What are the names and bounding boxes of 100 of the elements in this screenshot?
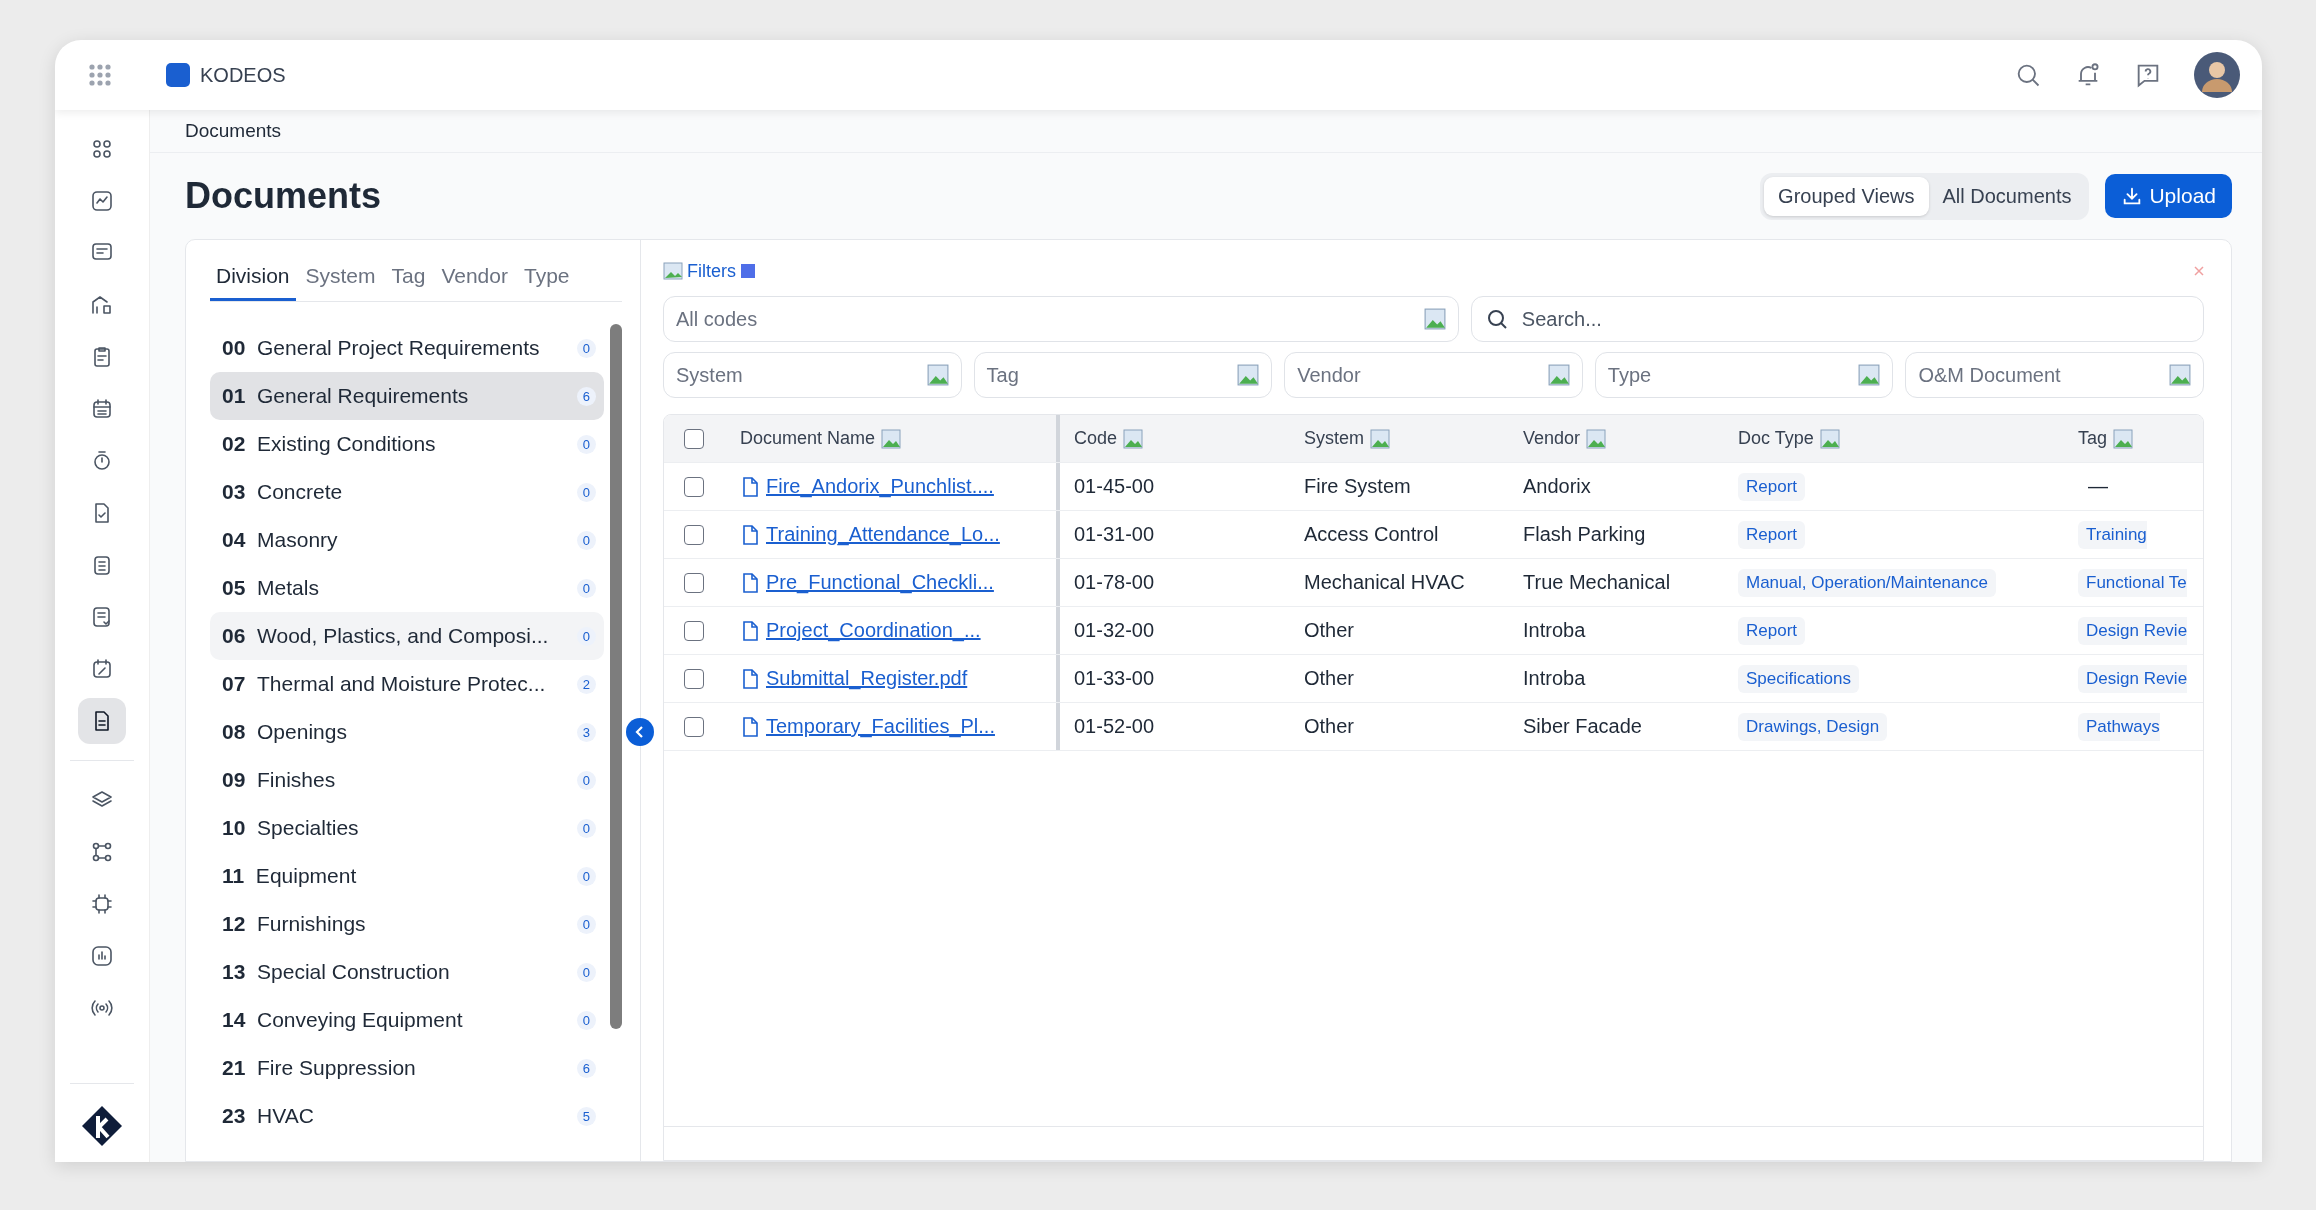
count-badge: 0: [576, 626, 596, 646]
sort-icon[interactable]: [1819, 428, 1840, 449]
row-checkbox[interactable]: [684, 524, 704, 545]
division-item[interactable]: 02 Existing Conditions 0: [210, 420, 604, 468]
count-badge: 0: [576, 482, 596, 502]
calendar-icon: [90, 397, 114, 421]
row-checkbox[interactable]: [684, 476, 704, 497]
count-badge: 0: [576, 434, 596, 454]
table-cell: 01-31-00: [1074, 523, 1155, 546]
division-item[interactable]: 06 Wood, Plastics, and Composi... 0: [210, 612, 604, 660]
brand-logo-icon: [80, 1104, 124, 1148]
sort-icon[interactable]: [1123, 428, 1144, 449]
row-checkbox[interactable]: [684, 716, 704, 737]
logo-icon: [166, 63, 190, 87]
column-header[interactable]: System: [1304, 428, 1364, 449]
document-link[interactable]: Submittal_Register.pdf: [766, 667, 968, 690]
chart-icon: [90, 189, 114, 213]
row-checkbox[interactable]: [684, 572, 704, 593]
app-name: KODEOS: [200, 63, 286, 87]
division-tab[interactable]: Vendor: [435, 260, 514, 301]
division-item[interactable]: 00 General Project Requirements 0: [210, 324, 604, 372]
file-icon: [740, 619, 760, 642]
filter-select[interactable]: Tag: [973, 352, 1273, 398]
sort-icon[interactable]: [881, 428, 902, 449]
sort-icon[interactable]: [1586, 428, 1607, 449]
count-badge: 0: [576, 866, 596, 886]
collapse-button[interactable]: [626, 718, 654, 746]
file-icon: [740, 667, 760, 690]
count-badge: 0: [576, 962, 596, 982]
division-item[interactable]: 09 Finishes 0: [210, 756, 604, 804]
table-cell: Access Control: [1304, 523, 1439, 546]
count-badge: 0: [576, 770, 596, 790]
division-item[interactable]: 21 Fire Suppression 6: [210, 1044, 604, 1092]
division-tab[interactable]: Type: [517, 260, 576, 301]
sort-icon[interactable]: [2113, 428, 2134, 449]
nav-button[interactable]: [78, 698, 126, 744]
table-cell-text: —: [2087, 475, 2108, 498]
table-cell: 01-78-00: [1074, 571, 1155, 594]
division-item[interactable]: 11 Equipment 0: [210, 852, 604, 900]
division-item[interactable]: 07 Thermal and Moisture Protec... 2: [210, 660, 604, 708]
division-item[interactable]: 05 Metals 0: [210, 564, 604, 612]
file-icon: [740, 523, 760, 546]
image-icon: [1237, 364, 1260, 386]
division-item[interactable]: 12 Furnishings 0: [210, 900, 604, 948]
sort-icon[interactable]: [1370, 428, 1390, 449]
division-item[interactable]: 13 Special Construction 0: [210, 948, 604, 996]
row-checkbox[interactable]: [684, 668, 704, 689]
count-badge: 2: [576, 674, 596, 694]
table-cell: Fire System: [1304, 475, 1411, 498]
document-link[interactable]: Project_Coordination_...: [766, 619, 981, 642]
document-link[interactable]: Temporary_Facilities_Pl...: [766, 715, 995, 738]
filters-button[interactable]: Filters: [663, 260, 756, 282]
upload-button[interactable]: Upload: [2105, 174, 2232, 218]
tag-chip: Functional Te: [2078, 568, 2187, 597]
division-tab[interactable]: System: [299, 260, 382, 301]
division-item[interactable]: 01 General Requirements 6: [210, 372, 604, 420]
tag-chip: Training: [2078, 520, 2147, 549]
division-item[interactable]: 23 HVAC 5: [210, 1092, 604, 1140]
image-icon: [1858, 364, 1881, 386]
apps-grid-icon[interactable]: [88, 63, 112, 87]
square-icon: [740, 263, 756, 279]
document-link[interactable]: Pre_Functional_Checkli...: [766, 571, 994, 594]
count-badge: 0: [576, 530, 596, 550]
count-badge: 0: [576, 338, 596, 358]
view-toggle-option[interactable]: Grouped Views: [1764, 176, 1929, 216]
column-header[interactable]: Vendor: [1523, 428, 1581, 449]
division-item[interactable]: 08 Openings 3: [210, 708, 604, 756]
document-link[interactable]: Fire_Andorix_Punchlist....: [766, 475, 994, 498]
view-toggle-option[interactable]: All Documents: [1928, 176, 2086, 216]
table-cell: True Mechanical: [1523, 571, 1671, 594]
division-tab[interactable]: Division: [210, 260, 296, 301]
row-checkbox[interactable]: [684, 620, 704, 641]
column-header[interactable]: Doc Type: [1738, 428, 1814, 449]
count-badge: 3: [576, 722, 596, 742]
table-cell: Introba: [1523, 667, 1586, 690]
table-cell: 01-33-00: [1074, 667, 1155, 690]
filter-select[interactable]: Vendor: [1284, 352, 1583, 398]
codes-select[interactable]: All codes: [663, 296, 1459, 342]
filter-select[interactable]: Type: [1594, 352, 1894, 398]
column-header[interactable]: Document Name: [740, 428, 876, 449]
scrollbar[interactable]: [610, 324, 622, 1029]
count-badge: 6: [576, 386, 596, 406]
breadcrumb[interactable]: Documents: [185, 120, 282, 142]
filter-select[interactable]: O&M Document: [1905, 352, 2204, 398]
column-header[interactable]: Tag: [2078, 428, 2108, 449]
division-item[interactable]: 04 Masonry 0: [210, 516, 604, 564]
select-all-checkbox[interactable]: [684, 428, 704, 449]
division-item[interactable]: 03 Concrete 0: [210, 468, 604, 516]
division-item[interactable]: 14 Conveying Equipment 0: [210, 996, 604, 1044]
table-cell: Other: [1304, 715, 1355, 738]
division-tab[interactable]: Tag: [385, 260, 432, 301]
search-field[interactable]: Search...: [1470, 296, 2204, 342]
avatar[interactable]: [2194, 52, 2240, 98]
filter-select[interactable]: System: [663, 352, 962, 398]
doc-type-tag: Specifications: [1738, 664, 1859, 693]
document-link[interactable]: Training_Attendance_Lo...: [766, 523, 1000, 546]
table-cell: Mechanical HVAC: [1304, 571, 1465, 594]
table-cell: Andorix: [1523, 475, 1591, 498]
column-header[interactable]: Code: [1074, 428, 1118, 449]
division-item[interactable]: 10 Specialties 0: [210, 804, 604, 852]
